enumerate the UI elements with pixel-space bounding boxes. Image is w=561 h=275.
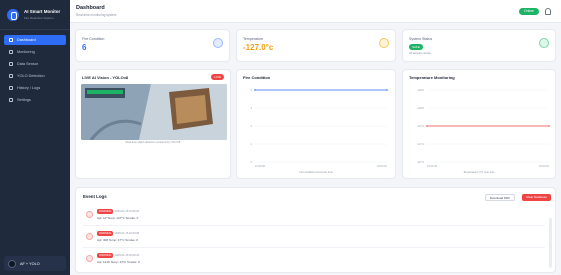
system-status-note: All sensors normal xyxy=(409,52,431,55)
event-logs-title: Event Logs xyxy=(83,194,107,199)
camera-feed[interactable] xyxy=(81,84,227,140)
bell-icon[interactable] xyxy=(545,8,551,15)
temp-chart: -126.5 -126.8 -127.0 -127.2 -127.510:00:00 10… xyxy=(417,88,550,168)
y-tick-label: -126.5 xyxy=(417,88,425,92)
log-tag: WARNING xyxy=(97,231,114,236)
log-item: WARNING 2025-01-15 10:00:05 Api: 408 Tem… xyxy=(83,227,545,248)
system-status-pill: SAFE xyxy=(409,44,423,50)
camera-image xyxy=(81,84,227,140)
avatar xyxy=(8,259,16,268)
sidebar: AI Smart Monitor Fire Detection System D… xyxy=(0,0,70,275)
brand: AI Smart Monitor Fire Detection System xyxy=(0,0,70,30)
camera-caption: Real-time object detection powered by YO… xyxy=(125,141,181,144)
sidebar-item-label: Monitoring xyxy=(17,50,35,54)
y-tick-label: 2 xyxy=(251,124,253,128)
camera-icon xyxy=(9,74,13,78)
y-tick-label: 3 xyxy=(251,106,253,110)
system-status-label: System Status xyxy=(409,37,433,41)
logs-scrollbar[interactable] xyxy=(549,218,552,268)
dashboard-icon xyxy=(9,38,13,42)
event-logs-card: Event Logs Download PDF Clear Database W… xyxy=(75,187,556,273)
clear-database-button[interactable]: Clear Database xyxy=(522,194,551,201)
alert-icon xyxy=(86,233,93,240)
log-time: 2025-01-15 10:00:00 xyxy=(115,210,140,213)
log-meta: Api: 1316 Temp: 43°C Smoke: 0 xyxy=(97,260,140,264)
temperature-value: -127.0°c xyxy=(243,43,274,52)
alert-icon xyxy=(86,211,93,218)
data-point xyxy=(254,89,256,91)
fire-chart-note: Fire condition trend over time xyxy=(299,171,333,174)
fire-condition-label: Fire Condition xyxy=(82,37,105,41)
page-title: Dashboard xyxy=(76,5,105,11)
log-time: 2025-01-15 10:00:05 xyxy=(115,232,140,235)
user-name: AF + YOLO xyxy=(20,261,40,266)
x-tick-label: 10:00:00 xyxy=(427,164,438,168)
fire-chart-card: Fire Condition 4 3 2 1 0 10:00:00 10:00:10 Fir… xyxy=(236,69,396,179)
status-badge: Online xyxy=(518,8,539,15)
system-status-card: System Status SAFE All sensors normal xyxy=(402,29,556,62)
fire-condition-value: 6 xyxy=(82,43,87,52)
x-tick-label: 10:00:00 xyxy=(255,164,266,168)
app-name: AI Smart Monitor xyxy=(24,9,61,15)
data-point xyxy=(548,125,550,127)
live-badge: LIVE xyxy=(211,74,224,80)
user-card[interactable]: AF + YOLO xyxy=(4,256,66,271)
thermometer-icon xyxy=(379,38,389,48)
shield-icon xyxy=(539,38,549,48)
temperature-label: Temperature xyxy=(243,37,264,41)
page-subtitle: Real-time monitoring system xyxy=(76,13,117,17)
header: Dashboard Real-time monitoring system On… xyxy=(70,0,561,23)
y-tick-label: -126.8 xyxy=(417,106,425,110)
sidebar-item-yolo[interactable]: YOLO Detection xyxy=(4,71,66,81)
sidebar-item-history[interactable]: History / Logs xyxy=(4,83,66,93)
fire-chart: 4 3 2 1 010:00:00 10:00:10 xyxy=(251,88,388,168)
download-pdf-button[interactable]: Download PDF xyxy=(484,194,515,201)
temp-chart-card: Temperature Monitoring -126.5 -126.8 -127.… xyxy=(402,69,556,179)
temperature-card: Temperature -127.0°c xyxy=(236,29,396,62)
live-vision-card: LIVE AI Vision - YOLOv8 LIVE Real-time o… xyxy=(75,69,231,179)
sidebar-item-label: Settings xyxy=(17,98,31,102)
alert-icon xyxy=(86,255,93,262)
sidebar-item-dashboard[interactable]: Dashboard xyxy=(4,35,66,45)
data-point xyxy=(426,125,428,127)
sidebar-item-label: Data Sensor xyxy=(17,62,39,66)
data-point xyxy=(386,89,388,91)
log-time: 2025-01-15 10:00:10 xyxy=(115,254,140,257)
y-tick-label: 0 xyxy=(251,160,253,164)
temp-chart-note: Temperature (°C) over time xyxy=(463,171,495,174)
log-item: WARNING 2025-01-15 10:00:10 Api: 1316 Te… xyxy=(83,249,545,270)
y-tick-label: -127.5 xyxy=(417,160,425,164)
logo-icon xyxy=(7,9,19,21)
app: AI Smart Monitor Fire Detection System D… xyxy=(0,0,561,275)
sidebar-item-label: YOLO Detection xyxy=(17,74,45,78)
gear-icon xyxy=(9,98,13,102)
log-meta: Api: 408 Temp: 47°C Smoke: 0 xyxy=(97,238,138,242)
sidebar-item-label: Dashboard xyxy=(17,38,36,42)
y-tick-label: -127.2 xyxy=(417,142,425,146)
log-item: WARNING 2025-01-15 10:00:00 Api: 1P Temp… xyxy=(83,205,545,226)
x-tick-label: 10:00:10 xyxy=(377,164,388,168)
y-tick-label: -127.0 xyxy=(417,124,425,128)
x-tick-label: 10:00:10 xyxy=(539,164,550,168)
sidebar-item-settings[interactable]: Settings xyxy=(4,95,66,105)
y-tick-label: 1 xyxy=(251,142,253,146)
app-subtitle: Fire Detection System xyxy=(24,15,54,20)
flame-icon xyxy=(213,38,223,48)
log-meta: Api: 1P Temp: 127°C Smoke: 0 xyxy=(97,216,139,220)
history-icon xyxy=(9,86,13,90)
activity-icon xyxy=(9,50,13,54)
sidebar-nav: Dashboard Monitoring Data Sensor YOLO De… xyxy=(0,30,70,112)
sidebar-item-monitoring[interactable]: Monitoring xyxy=(4,47,66,57)
live-vision-title: LIVE AI Vision - YOLOv8 xyxy=(82,75,129,80)
sidebar-item-data-sensor[interactable]: Data Sensor xyxy=(4,59,66,69)
sensor-icon xyxy=(9,62,13,66)
log-tag: WARNING xyxy=(97,253,114,258)
fire-condition-card: Fire Condition 6 xyxy=(75,29,230,62)
log-tag: WARNING xyxy=(97,209,114,214)
sidebar-item-label: History / Logs xyxy=(17,86,41,90)
y-tick-label: 4 xyxy=(251,88,253,92)
